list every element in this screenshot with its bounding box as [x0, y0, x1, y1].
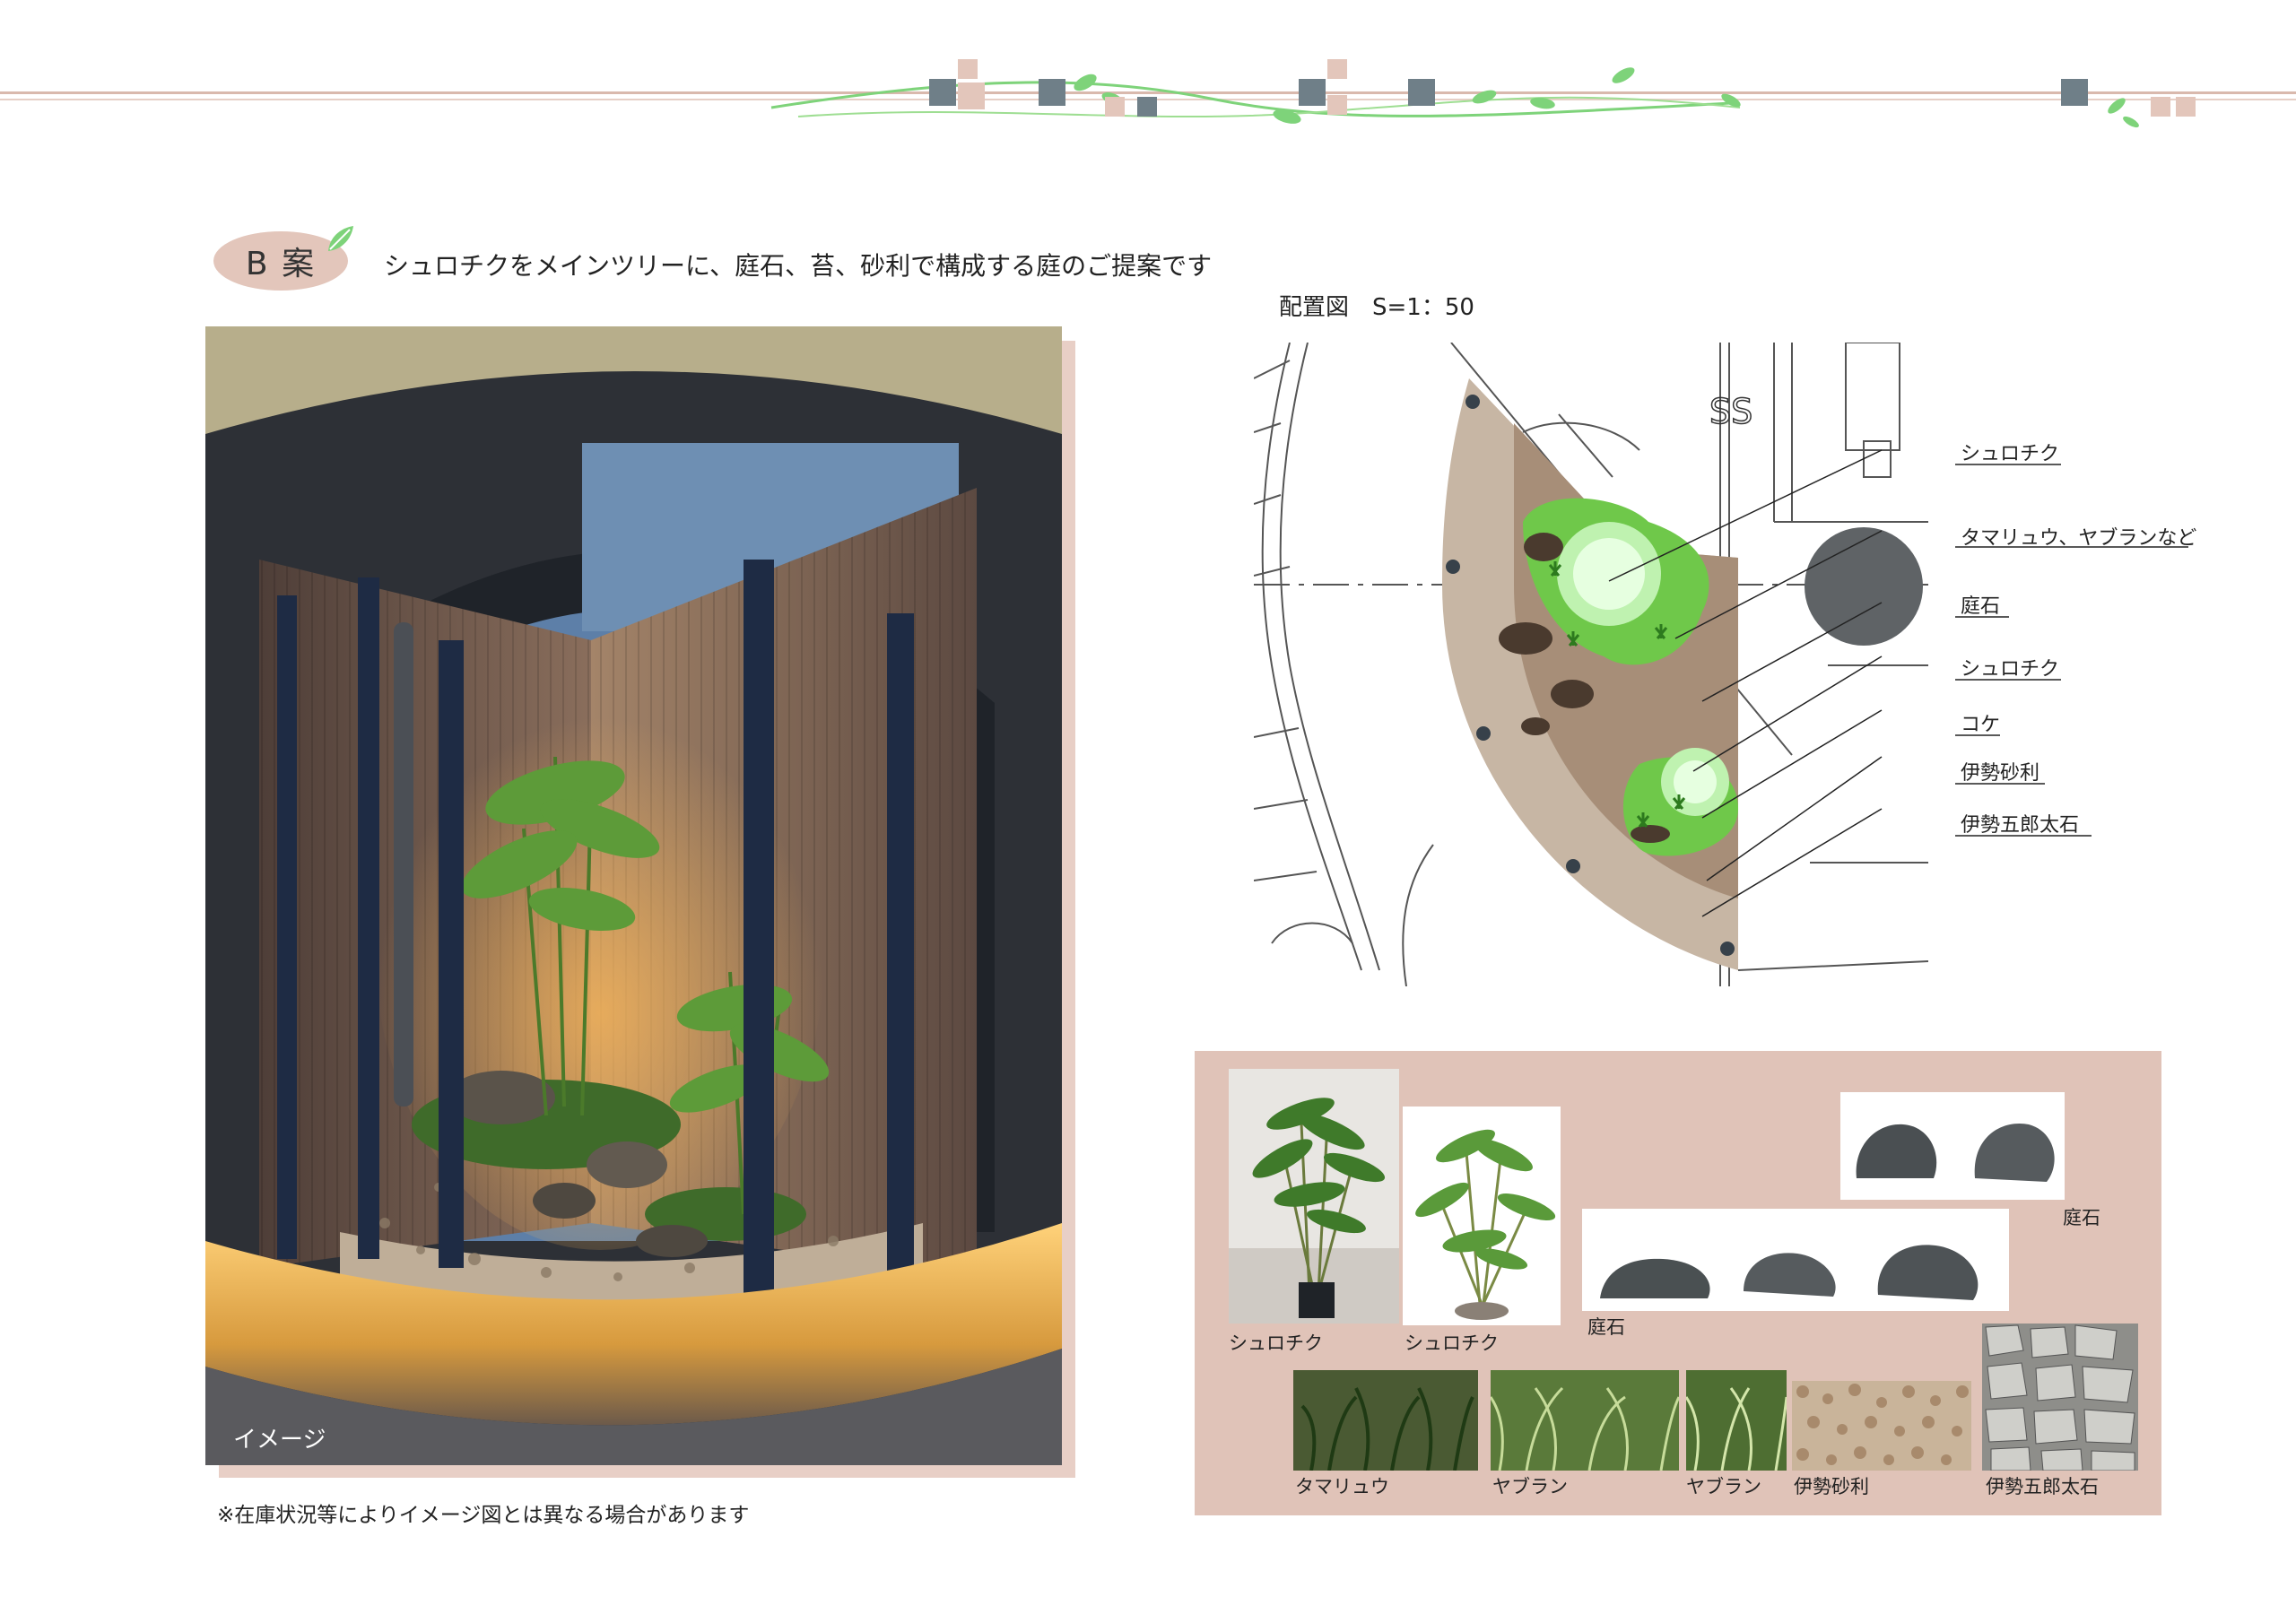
- decor-square: [1327, 59, 1347, 79]
- material-label: 伊勢五郎太石: [1986, 1476, 2099, 1497]
- material-photo-garden-stone: [1840, 1092, 2065, 1200]
- material-photo-shurochiku: [1229, 1069, 1399, 1324]
- material-photo-shurochiku: [1403, 1107, 1561, 1325]
- material-label: ヤブラン: [1492, 1476, 1568, 1497]
- material-label: 庭石: [2063, 1207, 2100, 1228]
- material-label: タマリュウ: [1295, 1476, 1389, 1497]
- plan-drawing-text: SS: [1709, 392, 1752, 431]
- decor-square: [929, 79, 956, 106]
- image-label: イメージ: [233, 1427, 326, 1454]
- material-photo-tamaryu: [1293, 1370, 1478, 1471]
- material-label: シュロチク: [1229, 1332, 1323, 1354]
- decor-square: [1137, 97, 1157, 117]
- decor-square: [1105, 97, 1125, 117]
- headline: シュロチクをメインツリーに、庭石、苔、砂利で構成する庭のご提案です: [384, 251, 1213, 281]
- decor-square: [1039, 79, 1065, 106]
- decor-square: [1327, 95, 1347, 115]
- decor-square: [958, 82, 985, 109]
- garden-image: [205, 326, 1062, 1465]
- image-note: ※在庫状況等によりイメージ図とは異なる場合があります: [217, 1504, 750, 1527]
- vine-icon: [770, 67, 1741, 124]
- leaf-icon: [2108, 98, 2139, 128]
- decor-square: [958, 59, 978, 79]
- material-photo-garden-stone: [1582, 1209, 2009, 1311]
- materials-panel: シュロチク シュロチク 庭石 庭石 タマリュウ ヤブラン ヤブラン 伊勢砂利 伊…: [1195, 1051, 2161, 1515]
- layout-plan: SS: [1254, 343, 1928, 986]
- decor-square: [2151, 97, 2170, 117]
- material-label: ヤブラン: [1686, 1476, 1761, 1497]
- decor-square: [2061, 79, 2088, 106]
- material-photo-ise-gorotaishi: [1982, 1324, 2138, 1471]
- decor-square: [1408, 79, 1435, 106]
- plan-label: B 案: [245, 246, 317, 282]
- material-label: 伊勢砂利: [1794, 1476, 1869, 1497]
- material-label: 庭石: [1587, 1316, 1625, 1338]
- decor-square: [1299, 79, 1326, 106]
- decor-square: [2176, 97, 2196, 117]
- plan-title: 配置図 S=1：50: [1279, 294, 1474, 321]
- callout-underlines: [1955, 464, 2188, 837]
- material-label: シュロチク: [1405, 1332, 1499, 1354]
- material-photo-yaburan: [1491, 1370, 1679, 1471]
- material-photo-ise-gravel: [1792, 1381, 1971, 1471]
- leaf-icon: [328, 226, 353, 251]
- material-photo-yaburan: [1686, 1370, 1787, 1471]
